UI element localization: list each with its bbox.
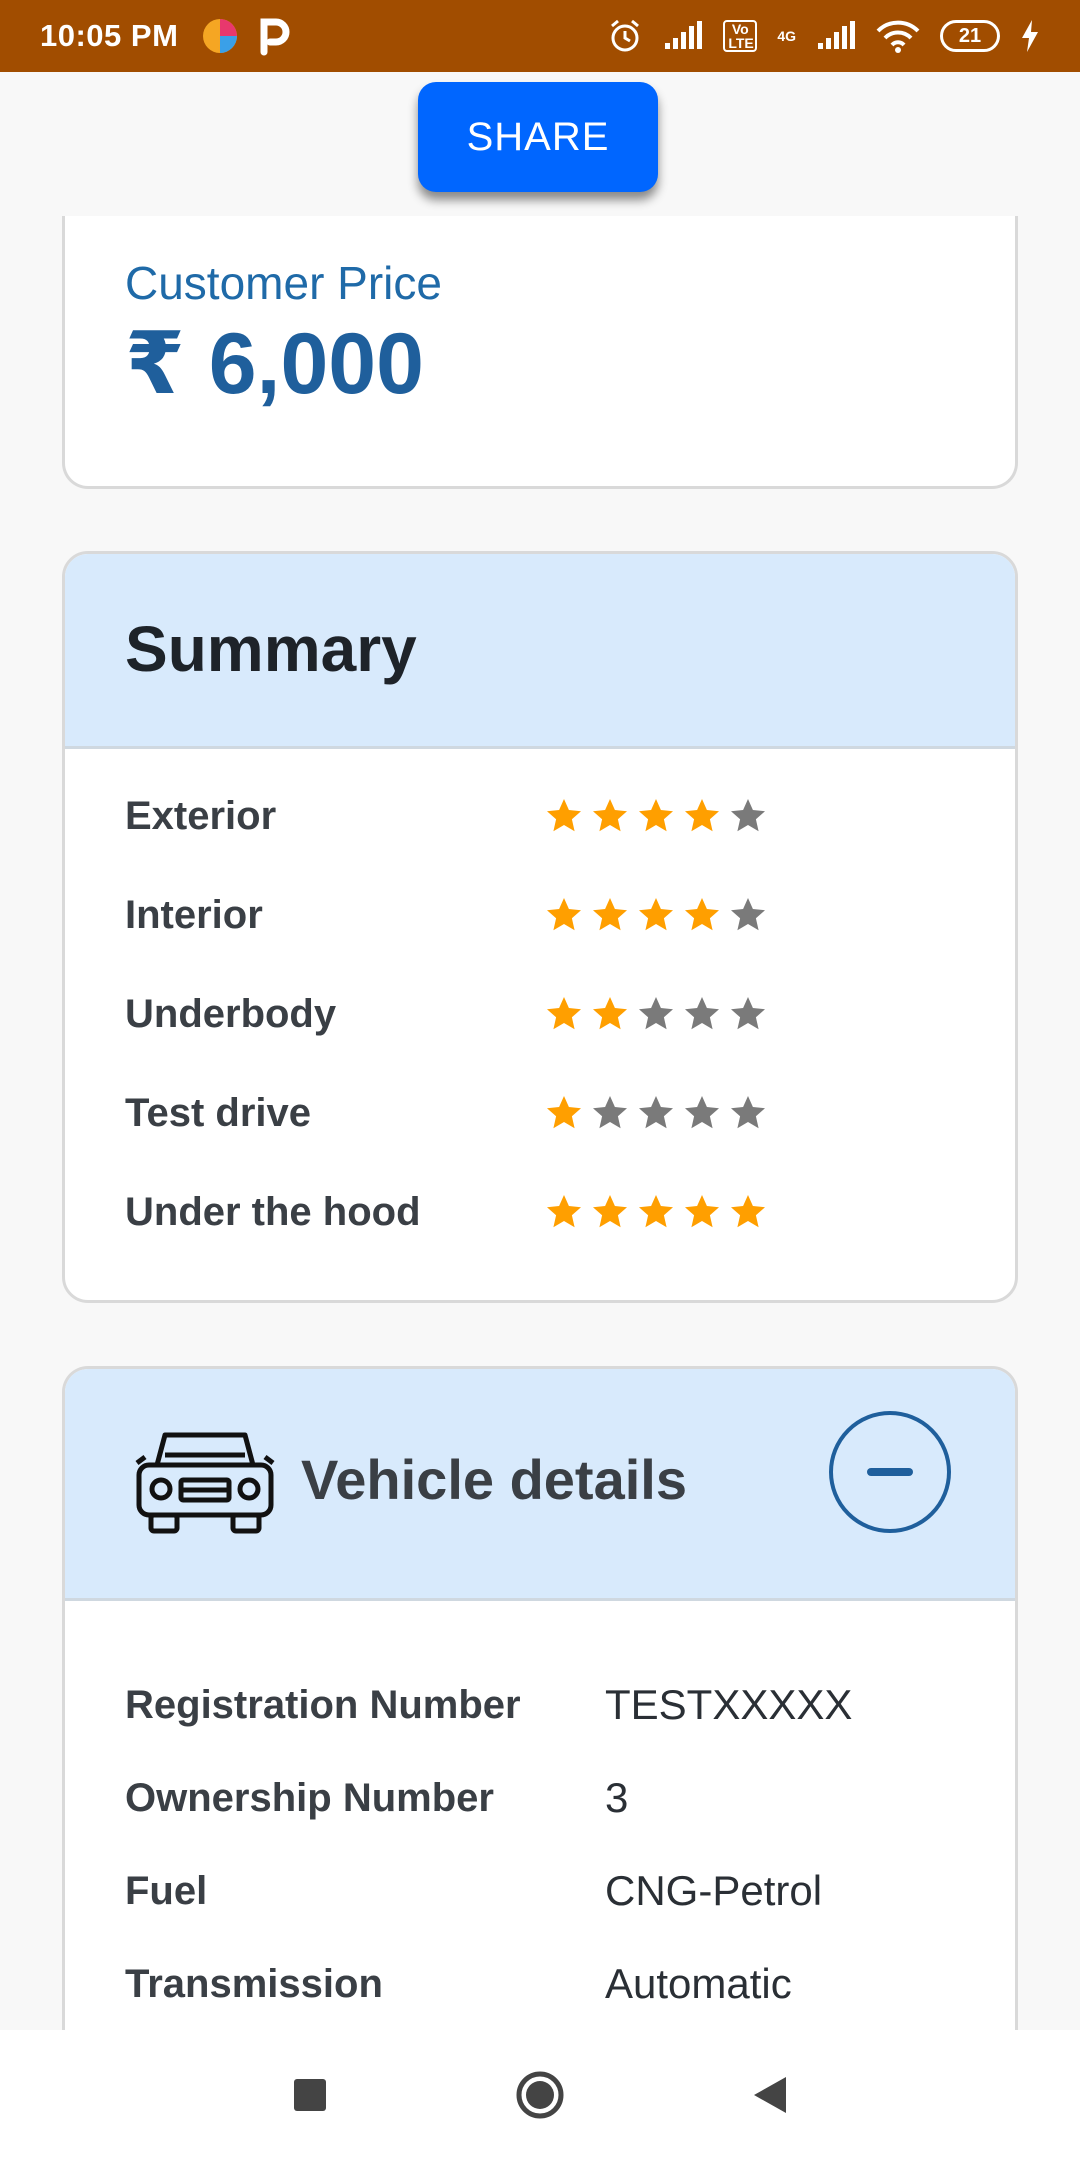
volte-badge: Vo LTE — [723, 20, 758, 52]
app-notification-icon — [203, 19, 238, 53]
detail-value: CNG-Petrol — [605, 1867, 823, 1914]
star-rating — [545, 896, 767, 934]
star-filled-icon — [547, 1195, 581, 1228]
star-rating — [545, 1193, 767, 1231]
back-button[interactable] — [740, 2065, 800, 2125]
vehicle-detail-row: Fuel CNG-Petrol — [125, 1861, 985, 1921]
star-filled-icon — [547, 898, 581, 931]
signal-icon — [665, 21, 703, 49]
report-content[interactable]: Customer Price ₹ 6,000 Summary Exterior I… — [0, 216, 1080, 2030]
summary-header: Summary — [65, 554, 1015, 749]
battery-level: 21 — [958, 24, 982, 47]
star-filled-icon — [731, 1195, 765, 1228]
alarm-icon — [611, 19, 640, 52]
collapse-button[interactable] — [829, 1411, 951, 1533]
price-card: Customer Price ₹ 6,000 — [62, 216, 1018, 489]
vehicle-detail-row: Registration Number TESTXXXXX — [125, 1675, 985, 1735]
star-rating — [545, 995, 767, 1033]
star-filled-icon — [593, 898, 627, 931]
detail-label: Ownership Number — [125, 1775, 494, 1820]
charging-icon — [1022, 20, 1038, 52]
star-empty-icon — [593, 1096, 627, 1129]
star-empty-icon — [685, 1096, 719, 1129]
star-filled-icon — [639, 799, 673, 832]
parking-app-icon — [260, 18, 290, 56]
star-empty-icon — [731, 1096, 765, 1129]
vehicle-detail-row: Transmission Automatic — [125, 1954, 985, 2014]
status-bar: 10:05 PM Vo LTE 4G 21 — [0, 0, 1080, 72]
star-empty-icon — [639, 1096, 673, 1129]
star-rating — [545, 797, 767, 835]
star-empty-icon — [731, 898, 765, 931]
battery-indicator: 21 — [940, 20, 1000, 52]
square-icon — [294, 2079, 326, 2111]
summary-card: Summary Exterior Interior Underbody Test dr… — [62, 551, 1018, 1303]
detail-value: Automatic — [605, 1960, 792, 2007]
summary-title: Summary — [125, 613, 417, 685]
rating-row: Interior — [125, 885, 945, 945]
customer-price-value: ₹ 6,000 — [125, 316, 424, 412]
share-button[interactable]: SHARE — [418, 82, 658, 192]
circle-icon — [516, 2071, 564, 2119]
star-filled-icon — [685, 1195, 719, 1228]
minus-icon — [867, 1468, 913, 1476]
detail-label: Registration Number — [125, 1682, 521, 1727]
star-filled-icon — [685, 799, 719, 832]
detail-value: 3 — [605, 1774, 629, 1821]
rating-label: Underbody — [125, 991, 337, 1036]
home-button[interactable] — [510, 2065, 570, 2125]
rating-label: Test drive — [125, 1090, 311, 1135]
star-rating — [545, 1094, 767, 1132]
rating-row: Exterior — [125, 786, 945, 846]
vehicle-details-title: Vehicle details — [301, 1448, 687, 1511]
vehicle-details-header[interactable]: Vehicle details — [65, 1369, 1015, 1601]
rating-label: Interior — [125, 892, 263, 937]
star-filled-icon — [639, 898, 673, 931]
detail-label: Transmission — [125, 1961, 383, 2006]
vehicle-detail-row: Ownership Number 3 — [125, 1768, 985, 1828]
star-empty-icon — [731, 997, 765, 1030]
rating-label: Exterior — [125, 793, 277, 838]
star-empty-icon — [639, 997, 673, 1030]
vehicle-details-card: Vehicle details Registration Number TESTX… — [62, 1366, 1018, 2030]
star-filled-icon — [547, 799, 581, 832]
wifi-icon — [876, 20, 920, 53]
rating-row: Underbody — [125, 984, 945, 1044]
rating-row: Under the hood — [125, 1182, 945, 1242]
star-filled-icon — [547, 997, 581, 1030]
network-type: 4G — [777, 28, 796, 44]
system-nav-bar — [0, 2030, 1080, 2160]
signal-icon-2 — [818, 21, 855, 49]
customer-price-label: Customer Price — [125, 257, 442, 309]
star-filled-icon — [593, 997, 627, 1030]
rating-row: Test drive — [125, 1083, 945, 1143]
star-empty-icon — [731, 799, 765, 832]
car-icon — [135, 1432, 275, 1534]
star-empty-icon — [685, 997, 719, 1030]
star-filled-icon — [593, 799, 627, 832]
rating-label: Under the hood — [125, 1189, 421, 1234]
star-filled-icon — [685, 898, 719, 931]
detail-value: TESTXXXXX — [605, 1681, 853, 1728]
back-triangle-icon — [754, 2077, 786, 2113]
top-action-bar: SHARE — [0, 72, 1080, 216]
status-time: 10:05 PM — [40, 18, 179, 53]
recent-apps-button[interactable] — [280, 2065, 340, 2125]
detail-label: Fuel — [125, 1868, 208, 1913]
star-filled-icon — [639, 1195, 673, 1228]
star-filled-icon — [593, 1195, 627, 1228]
star-filled-icon — [547, 1096, 581, 1129]
